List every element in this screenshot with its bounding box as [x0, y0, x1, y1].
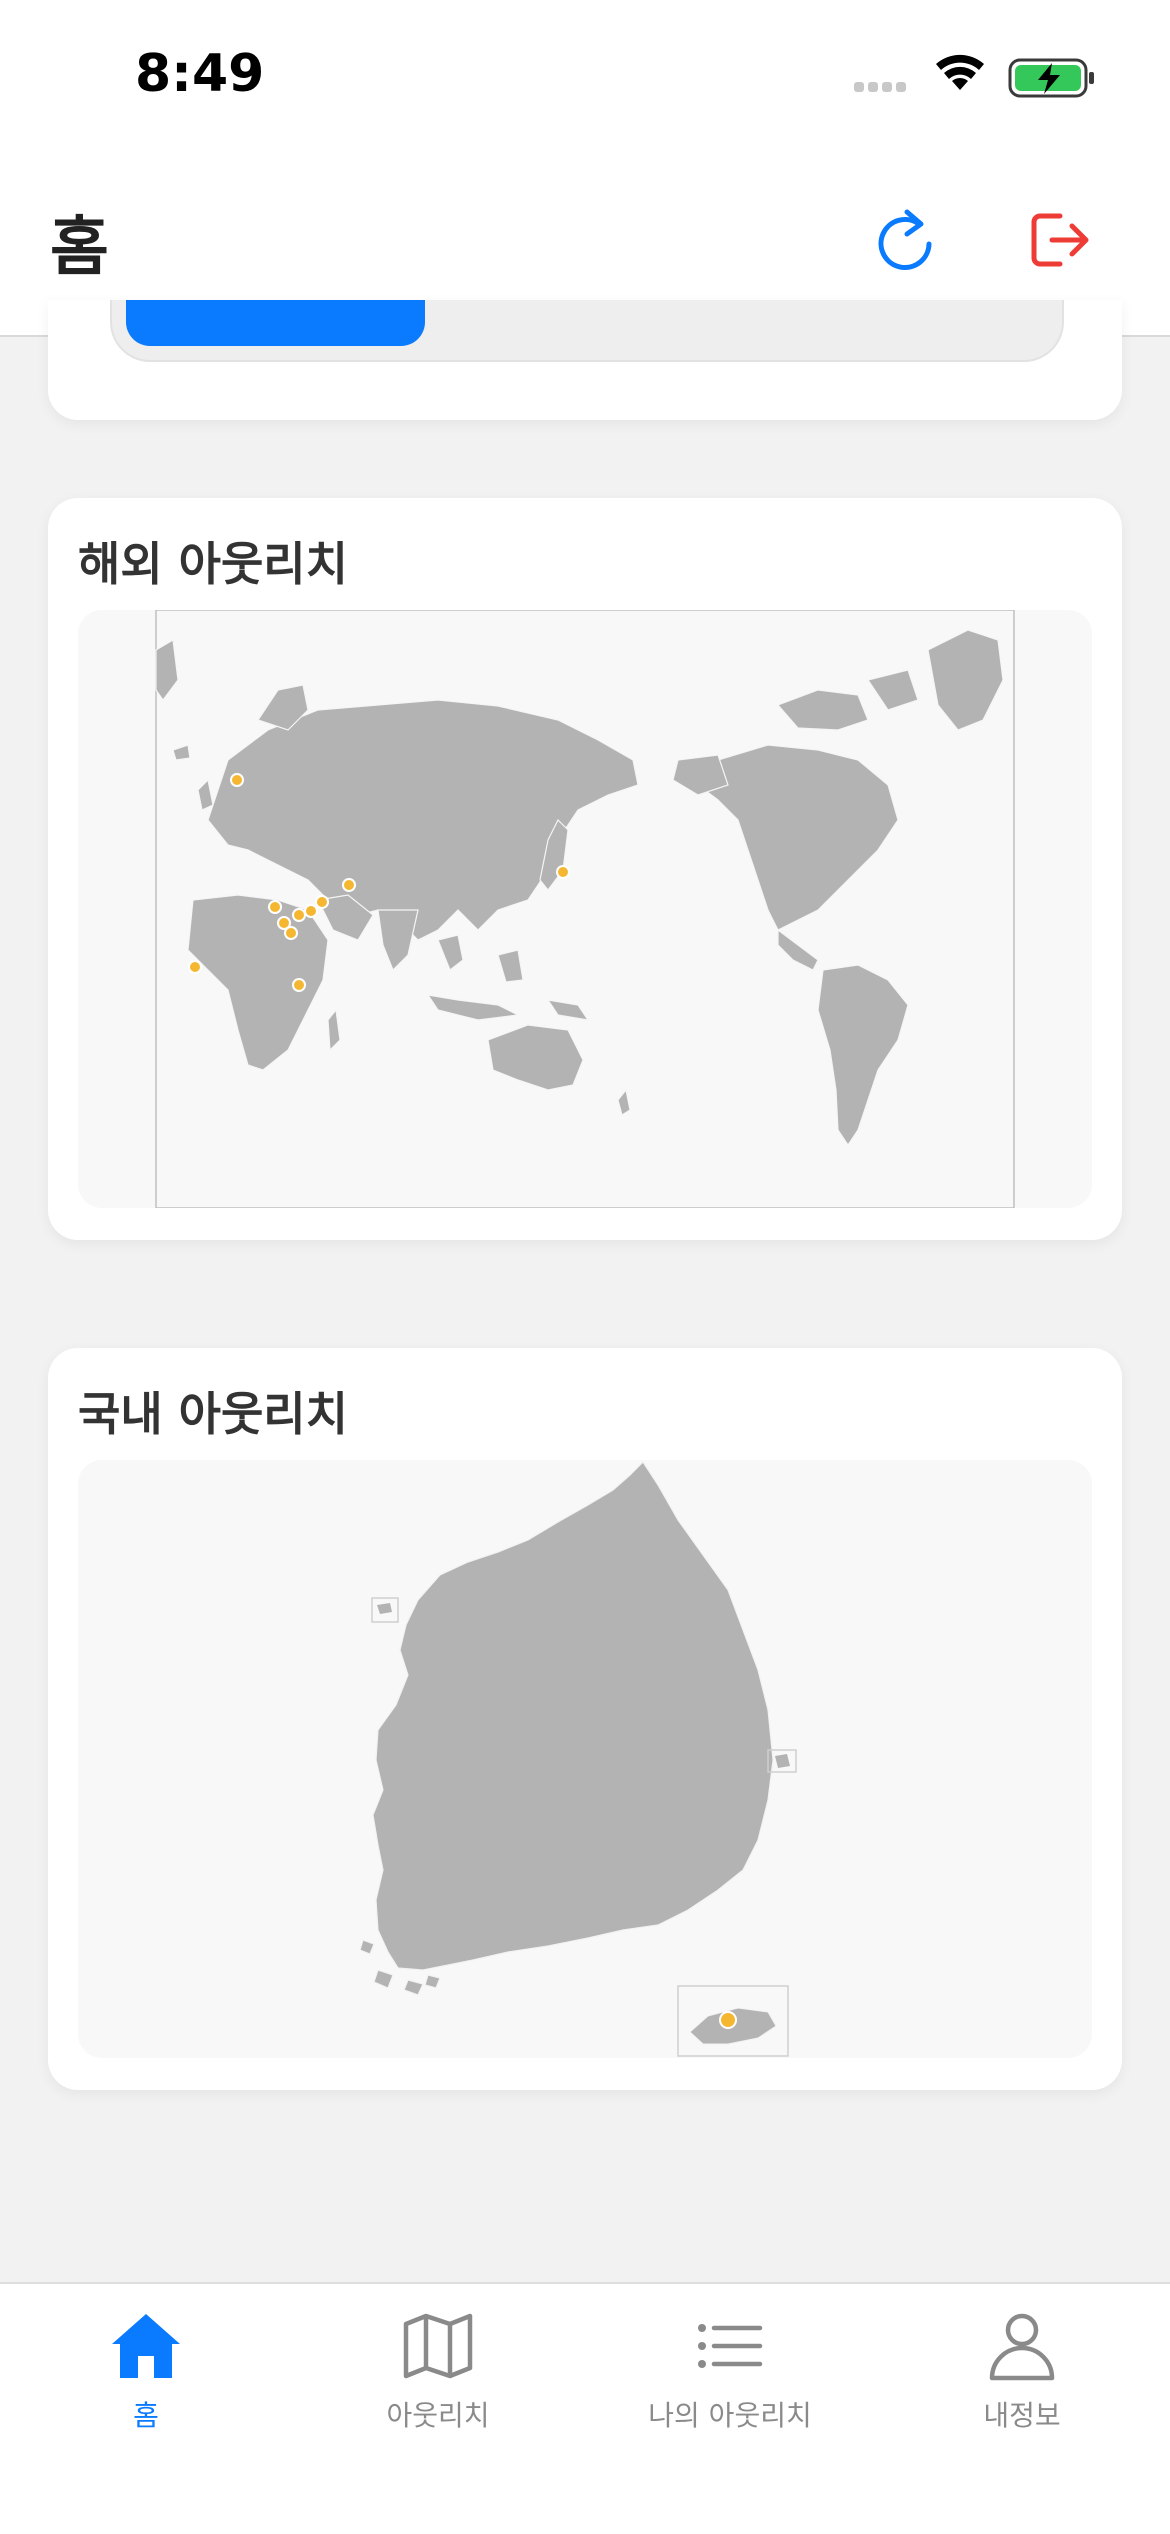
overseas-india-marker[interactable] [268, 900, 282, 914]
list-icon [698, 2324, 763, 2368]
tab-my-outreach-label: 나의 아웃리치 [648, 2399, 812, 2432]
progress-fill [126, 300, 425, 346]
progress-card [48, 300, 1122, 420]
logout-button[interactable] [1015, 195, 1105, 285]
domestic-jeju-marker[interactable] [719, 2011, 737, 2029]
overseas-thailand-marker[interactable] [284, 926, 298, 940]
tab-bar: 홈 아웃리치 나의 아웃리치 내정보 [0, 2282, 1170, 2534]
overseas-indonesia-marker[interactable] [292, 978, 306, 992]
overseas-kenya-marker[interactable] [188, 960, 202, 974]
tab-home-label: 홈 [133, 2399, 159, 2432]
logout-icon [1031, 213, 1089, 267]
overseas-vietnam-marker[interactable] [292, 908, 306, 922]
overseas-usa-marker[interactable] [556, 865, 570, 879]
world-map[interactable] [78, 610, 1092, 1208]
page-title: 홈 [50, 211, 109, 285]
map-icon [403, 2313, 473, 2379]
tab-home[interactable]: 홈 [0, 2300, 292, 2440]
refresh-icon [878, 209, 932, 270]
refresh-button[interactable] [860, 195, 950, 285]
wifi-icon [936, 54, 984, 90]
battery-charging-icon [1008, 58, 1094, 98]
tab-my-info[interactable]: 내정보 [876, 2300, 1168, 2440]
overseas-china-marker[interactable] [304, 904, 318, 918]
overseas-kyrgyzstan-marker[interactable] [230, 773, 244, 787]
korea-map[interactable] [78, 1460, 1092, 2058]
overseas-outreach-card: 해외 아웃리치 [48, 498, 1122, 1240]
progress-track [110, 300, 1064, 362]
tab-my-info-label: 내정보 [983, 2399, 1061, 2432]
domestic-outreach-title: 국내 아웃리치 [78, 1387, 348, 1441]
overseas-outreach-title: 해외 아웃리치 [78, 537, 348, 591]
tab-my-outreach[interactable]: 나의 아웃리치 [584, 2300, 876, 2440]
domestic-outreach-card: 국내 아웃리치 [48, 1348, 1122, 2090]
home-icon [112, 2314, 180, 2378]
overseas-japan-marker[interactable] [342, 878, 356, 892]
status-icons [850, 50, 1100, 106]
overseas-taiwan-marker[interactable] [315, 895, 329, 909]
status-bar: 8:49 [0, 0, 1170, 150]
person-icon [989, 2313, 1055, 2381]
tab-outreach[interactable]: 아웃리치 [292, 2300, 584, 2440]
tab-outreach-label: 아웃리치 [386, 2399, 490, 2432]
status-time: 8:49 [135, 44, 265, 104]
cellular-signal-icon [854, 82, 906, 92]
